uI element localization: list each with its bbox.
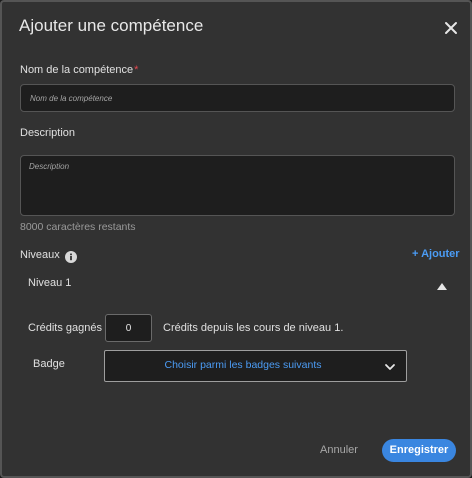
dialog-title: Ajouter une compétence — [19, 16, 204, 35]
cancel-button[interactable]: Annuler — [314, 442, 364, 458]
levels-label: Niveaux — [20, 249, 60, 261]
skill-name-input[interactable] — [20, 84, 455, 112]
close-button[interactable] — [440, 17, 462, 39]
chevron-up-icon — [437, 283, 447, 290]
badge-select-text: Choisir parmi les badges suivants — [164, 359, 322, 371]
description-textarea[interactable] — [20, 155, 455, 216]
level-title: Niveau 1 — [28, 277, 72, 289]
close-icon — [445, 22, 457, 34]
chevron-down-icon — [385, 364, 395, 370]
credits-label: Crédits gagnés — [28, 322, 102, 334]
credits-hint: Crédits depuis les cours de niveau 1. — [163, 322, 344, 334]
add-level-button[interactable]: + Ajouter — [412, 248, 460, 260]
add-skill-dialog: Ajouter une compétence Nom de la compéte… — [0, 0, 472, 478]
info-button[interactable] — [65, 250, 77, 263]
badge-select[interactable]: Choisir parmi les badges suivants — [104, 350, 407, 382]
info-icon — [65, 251, 77, 263]
skill-name-label-text: Nom de la compétence — [20, 64, 134, 76]
badge-label: Badge — [33, 358, 65, 370]
required-mark: * — [134, 64, 139, 76]
save-button[interactable]: Enregistrer — [382, 439, 456, 462]
credits-input[interactable] — [105, 314, 152, 342]
skill-name-label: Nom de la compétence* — [20, 64, 138, 76]
collapse-level-button[interactable] — [436, 278, 448, 290]
chars-remaining: 8000 caractères restants — [20, 221, 136, 233]
description-label: Description — [20, 127, 76, 139]
